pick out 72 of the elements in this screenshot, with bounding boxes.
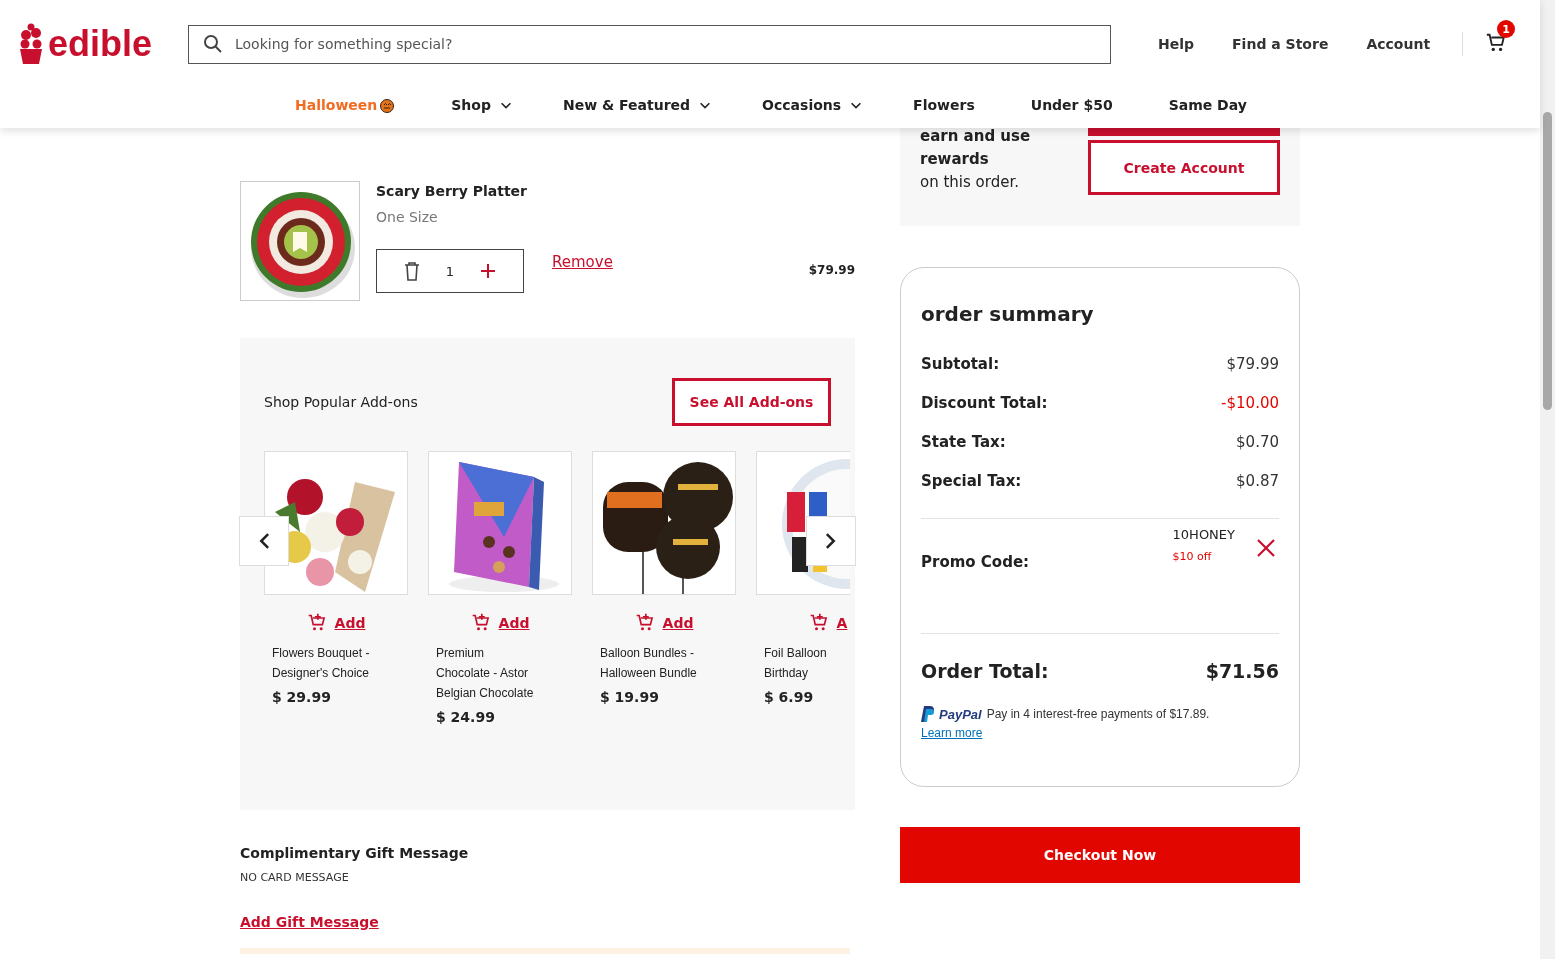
promo-discount: $10 off (1172, 550, 1213, 563)
add-to-cart-icon (470, 613, 491, 633)
addon-name: Foil Balloon Birthday (763, 645, 828, 682)
add-link[interactable]: A (756, 613, 850, 633)
addon-name: Balloon Bundles - Halloween Bundle (599, 645, 698, 682)
summary-label: Discount Total: (921, 393, 1048, 412)
gift-message-text: NO CARD MESSAGE (240, 871, 350, 884)
addon-name: Premium Chocolate - Astor Belgian Chocolate (435, 645, 535, 702)
summary-value: -$10.00 (1221, 393, 1279, 412)
addon-name: Flowers Bouquet - Designer's Choice (271, 645, 371, 682)
addon-price: $ 19.99 (599, 689, 660, 705)
summary-label: Special Tax: (921, 471, 1022, 490)
header-link[interactable]: Help (1158, 36, 1195, 52)
learn-more-link[interactable]: Learn more (921, 726, 983, 740)
previous-button[interactable] (239, 516, 289, 566)
cart-count-badge: 1 (1497, 20, 1516, 38)
summary-label: State Tax: (921, 432, 1006, 451)
summary-value: $0.87 (1236, 471, 1279, 490)
next-button[interactable] (806, 516, 856, 566)
see-all-button[interactable]: See All Add-ons (672, 378, 831, 426)
summary-value: $0.70 (1236, 432, 1279, 451)
remove-link[interactable]: Remove (552, 253, 613, 271)
quantity-value: 1 (445, 263, 455, 279)
nav-item[interactable]: Occasions (762, 97, 864, 113)
delete-button[interactable] (403, 261, 420, 281)
section-title: Complimentary Gift Message (240, 845, 470, 861)
nav-item[interactable]: New & Featured (563, 97, 713, 113)
plus-icon (480, 263, 497, 279)
close-icon (1257, 539, 1275, 557)
addon-price: $ 6.99 (763, 689, 815, 705)
add-link[interactable]: Add (592, 613, 736, 633)
total-label: Order Total: (921, 660, 1049, 682)
paypal-text: Pay in 4 interest-free payments of $17.89. (986, 707, 1210, 721)
summary-label: Promo Code: (921, 553, 1030, 571)
addon-price: $ 29.99 (271, 689, 332, 705)
nav-item[interactable]: Flowers (913, 97, 975, 113)
summary-title: order summary (921, 302, 1095, 326)
add-to-cart-icon (306, 613, 327, 633)
add-gift-message-link[interactable]: Add Gift Message (240, 914, 379, 930)
header-link[interactable]: Find a Store (1232, 36, 1329, 52)
logo[interactable]: edible (48, 23, 153, 65)
add-link[interactable]: Add (428, 613, 572, 633)
product-price: $79.99 (808, 263, 855, 277)
add-link[interactable]: Add (264, 613, 408, 633)
remove-promo-button[interactable] (1257, 539, 1275, 557)
search-icon (203, 34, 223, 54)
add-to-cart-icon (808, 613, 829, 633)
trash-icon (403, 261, 420, 281)
promo-code: 10HONEY (1172, 527, 1235, 542)
paypal-logo: PayPal (939, 706, 982, 722)
create-account-button[interactable]: Create Account (1088, 140, 1280, 195)
nav-item[interactable]: Shop (451, 97, 513, 113)
summary-label: Subtotal: (921, 354, 1000, 373)
flower-basket-icon (18, 23, 44, 65)
nav-item[interactable]: Same Day (1168, 97, 1247, 113)
product-size: One Size (376, 209, 439, 225)
nav-item[interactable]: Halloween (295, 97, 396, 113)
total-value: $71.56 (1205, 660, 1279, 682)
pumpkin-icon (379, 97, 396, 113)
paypal-icon (921, 706, 934, 722)
header-link[interactable]: Account (1366, 36, 1431, 52)
add-to-cart-icon (634, 613, 655, 633)
addon-price: $ 24.99 (435, 709, 496, 725)
nav-item[interactable]: Under $50 (1030, 97, 1113, 113)
quantity-stepper[interactable]: 1 (376, 249, 524, 293)
summary-value: $79.99 (1226, 354, 1279, 373)
increase-button[interactable] (480, 263, 497, 279)
checkout-button[interactable]: Checkout Now (900, 827, 1300, 883)
product-name: Scary Berry Platter (376, 183, 528, 199)
section-title: Shop Popular Add-ons (264, 394, 418, 410)
rewards-text: earn and use rewards on this order. (920, 128, 1031, 193)
search-box[interactable]: Looking for something special? (188, 24, 1111, 64)
